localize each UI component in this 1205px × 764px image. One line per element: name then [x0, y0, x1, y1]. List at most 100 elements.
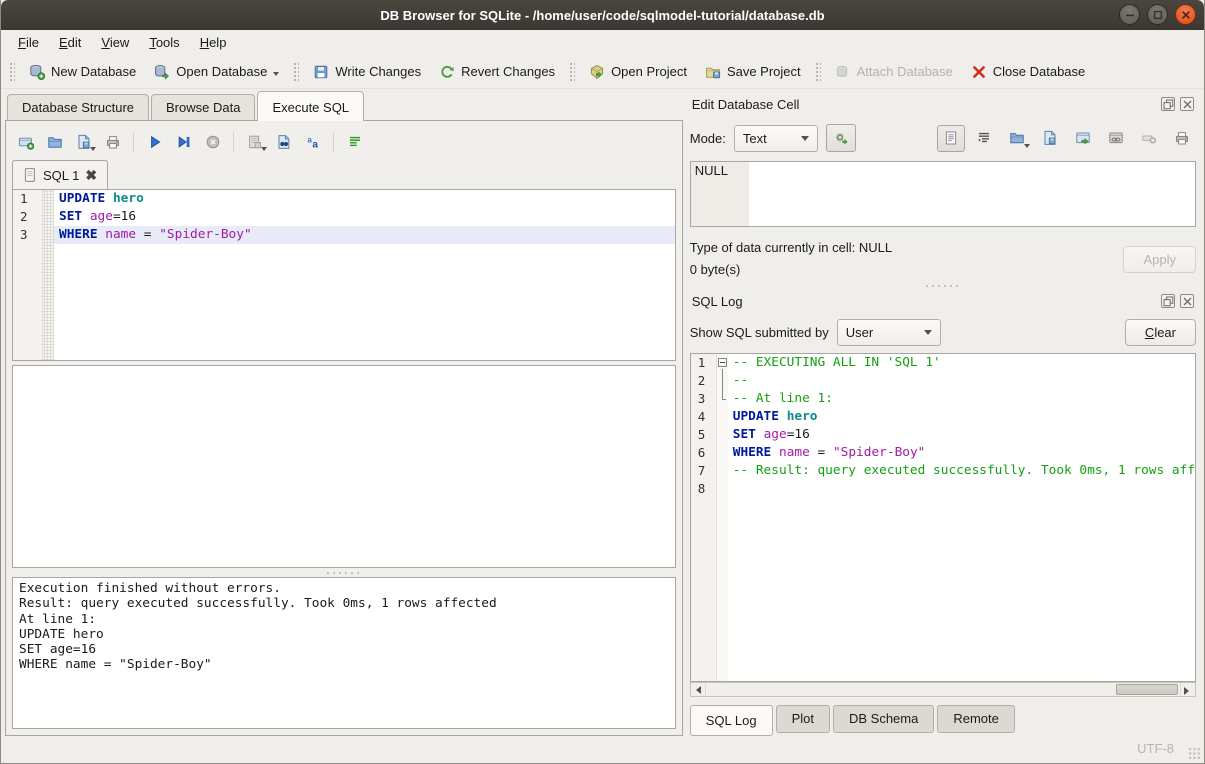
menu-help[interactable]: Help — [191, 32, 236, 53]
tab-db-schema[interactable]: DB Schema — [833, 705, 934, 733]
open-sql-file-button[interactable] — [41, 130, 68, 155]
format-sql-button[interactable]: aa — [299, 130, 326, 155]
open-tab-button[interactable] — [12, 130, 39, 155]
tab-database-structure[interactable]: Database Structure — [7, 94, 149, 121]
close-panel-icon[interactable] — [1180, 97, 1194, 111]
code-line: 1UPDATE hero — [13, 190, 675, 208]
horizontal-scrollbar[interactable] — [690, 682, 1196, 697]
right-pane: Edit Database Cell Mode: Text — [688, 91, 1200, 736]
sql-editor[interactable]: 1UPDATE hero2SET age=163WHERE name = "Sp… — [12, 189, 676, 361]
sql-log-header: SQL Log — [690, 290, 1196, 312]
fold-margin[interactable] — [717, 354, 728, 372]
float-panel-icon[interactable] — [1161, 97, 1175, 111]
sql-log-controls: Show SQL submitted by User Clear — [690, 314, 1196, 350]
tab-browse-data[interactable]: Browse Data — [151, 94, 255, 121]
tab-sql-log[interactable]: SQL Log — [690, 705, 773, 736]
code-line: 1-- EXECUTING ALL IN 'SQL 1' — [691, 354, 1195, 372]
write-changes-button[interactable]: Write Changes — [304, 60, 430, 84]
results-log-splitter[interactable] — [12, 568, 676, 577]
toolbar-separator — [293, 62, 299, 82]
window-title: DB Browser for SQLite - /home/user/code/… — [380, 8, 824, 23]
mode-label: Mode: — [690, 131, 726, 146]
close-panel-icon[interactable] — [1180, 294, 1194, 308]
minimize-icon[interactable] — [1119, 4, 1140, 25]
sql-toolbar: aa — [12, 127, 676, 157]
submitted-by-select[interactable]: User — [837, 319, 941, 346]
import-dropdown-icon[interactable] — [1024, 144, 1030, 151]
close-database-button[interactable]: Close Database — [962, 60, 1095, 84]
toolbar-separator — [233, 132, 234, 152]
cell-editor-gutter: NULL — [691, 162, 749, 226]
word-wrap-button[interactable] — [341, 130, 368, 155]
save-sql-dropdown-icon[interactable] — [90, 147, 96, 154]
float-panel-icon[interactable] — [1161, 294, 1175, 308]
revert-changes-icon — [439, 64, 455, 80]
cell-print-button[interactable] — [1168, 125, 1196, 152]
cell-size-info: 0 byte(s) — [690, 259, 1124, 281]
code-line: 4UPDATE hero — [691, 408, 1195, 426]
line-number: 1 — [13, 190, 43, 208]
line-number: 3 — [13, 226, 43, 244]
execute-current-line-button[interactable] — [170, 130, 197, 155]
close-sql-tab-icon[interactable]: ✖ — [85, 168, 97, 182]
scroll-right-icon[interactable] — [1180, 683, 1195, 696]
execute-current-line-icon — [176, 134, 192, 150]
code-text: UPDATE hero — [728, 408, 1195, 426]
cell-log-splitter[interactable] — [690, 281, 1196, 290]
save-sql-file-button[interactable] — [70, 130, 97, 155]
fold-margin — [717, 462, 728, 480]
find-replace-button[interactable] — [270, 130, 297, 155]
print-icon — [105, 134, 121, 150]
cell-word-wrap-button[interactable] — [970, 125, 998, 152]
cell-toolbar — [937, 125, 1196, 152]
splitter-handle-icon — [924, 284, 962, 288]
tab-execute-sql[interactable]: Execute SQL — [257, 91, 364, 121]
close-database-label: Close Database — [993, 64, 1086, 79]
fold-margin — [43, 190, 54, 208]
left-pane: Database Structure Browse Data Execute S… — [5, 91, 683, 736]
execute-all-button[interactable] — [141, 130, 168, 155]
print-button[interactable] — [99, 130, 126, 155]
save-project-button[interactable]: Save Project — [696, 60, 810, 84]
menu-edit[interactable]: Edit — [50, 32, 90, 53]
open-project-button[interactable]: Open Project — [580, 60, 696, 84]
maximize-icon[interactable] — [1147, 4, 1168, 25]
cell-type-info: Type of data currently in cell: NULL — [690, 237, 1124, 259]
titlebar[interactable]: DB Browser for SQLite - /home/user/code/… — [1, 0, 1204, 30]
cell-editor[interactable]: NULL — [690, 161, 1196, 227]
code-text: SET age=16 — [728, 426, 1195, 444]
menu-file[interactable]: File — [9, 32, 48, 53]
open-database-dropdown-icon[interactable] — [273, 72, 279, 79]
code-text: -- EXECUTING ALL IN 'SQL 1' — [728, 354, 1195, 372]
toolbar-grip[interactable] — [9, 62, 15, 82]
apply-settings-button[interactable] — [826, 124, 856, 152]
open-external-button[interactable] — [1069, 125, 1097, 152]
sql-document-tab[interactable]: SQL 1 ✖ — [12, 160, 108, 189]
new-database-button[interactable]: New Database — [20, 60, 145, 84]
menu-view[interactable]: View — [92, 32, 138, 53]
export-data-button[interactable] — [1036, 125, 1064, 152]
set-null-icon — [1141, 130, 1157, 146]
resize-grip-icon[interactable] — [1188, 747, 1201, 760]
mode-select[interactable]: Text — [734, 125, 818, 152]
clear-button[interactable]: Clear — [1125, 319, 1196, 346]
line-number: 8 — [691, 480, 717, 498]
encoding-indicator: UTF-8 — [1137, 741, 1174, 756]
text-mode-button[interactable] — [937, 125, 965, 152]
execute-sql-page: aa SQL 1 ✖ 1UPDATE hero2SET age=163WHERE… — [5, 120, 683, 736]
tab-plot[interactable]: Plot — [776, 705, 830, 733]
link-button[interactable] — [1102, 125, 1130, 152]
line-number: 2 — [13, 208, 43, 226]
scroll-left-icon[interactable] — [691, 683, 706, 696]
open-database-button[interactable]: Open Database — [145, 60, 288, 84]
close-icon[interactable] — [1175, 4, 1196, 25]
cell-editor-text-area[interactable] — [749, 162, 1195, 226]
import-data-button[interactable] — [1003, 125, 1031, 152]
tab-remote[interactable]: Remote — [937, 705, 1015, 733]
revert-changes-button[interactable]: Revert Changes — [430, 60, 564, 84]
chevron-down-icon — [801, 136, 809, 145]
app-window: DB Browser for SQLite - /home/user/code/… — [0, 0, 1205, 764]
menu-tools[interactable]: Tools — [140, 32, 188, 53]
scrollbar-thumb[interactable] — [1116, 684, 1178, 695]
cell-info-row: Type of data currently in cell: NULL 0 b… — [690, 237, 1196, 281]
